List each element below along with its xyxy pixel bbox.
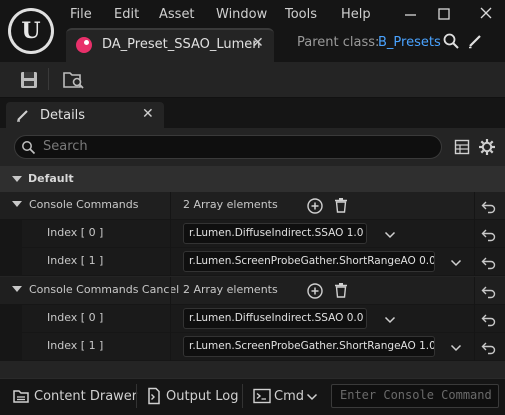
close-window-icon[interactable]	[472, 4, 500, 24]
chevron-down-icon[interactable]	[450, 342, 462, 352]
add-element-icon[interactable]	[306, 282, 324, 300]
data-asset-icon	[76, 37, 92, 53]
array-element-row: Index [ 1 ] r.Lumen.ScreenProbeGather.Sh…	[0, 333, 505, 361]
details-tab-label: Details	[40, 108, 86, 123]
array-element-row: Index [ 0 ] r.Lumen.DiffuseIndirect.SSAO…	[0, 220, 505, 248]
menu-tools[interactable]: Tools	[285, 6, 317, 24]
statusbar-separator	[242, 384, 243, 408]
element-index-label: Index [ 1 ]	[47, 254, 104, 267]
menu-edit[interactable]: Edit	[114, 6, 139, 24]
output-log-button[interactable]: Output Log	[166, 389, 239, 404]
search-input[interactable]: Search	[14, 135, 442, 159]
search-placeholder: Search	[43, 139, 88, 154]
cmd-selector[interactable]: Cmd	[274, 389, 304, 404]
array-count: 2 Array elements	[183, 198, 278, 211]
menu-file[interactable]: File	[70, 6, 92, 24]
save-icon[interactable]	[18, 69, 40, 91]
menu-asset[interactable]: Asset	[159, 6, 195, 24]
search-icon	[21, 140, 36, 155]
chevron-down-icon[interactable]	[450, 257, 462, 267]
statusbar-separator	[136, 384, 137, 408]
property-label: Console Commands Cancel	[29, 283, 180, 296]
indent-guide	[0, 305, 22, 333]
maximize-icon[interactable]	[430, 4, 458, 24]
content-drawer-icon[interactable]	[12, 387, 30, 405]
toolbar-separator	[48, 68, 49, 90]
column-divider	[474, 192, 475, 220]
parent-class-label: Parent class:	[297, 35, 380, 50]
delete-all-icon[interactable]	[332, 281, 350, 299]
column-divider[interactable]	[170, 277, 171, 305]
add-element-icon[interactable]	[306, 197, 324, 215]
column-divider	[474, 305, 475, 333]
reset-to-default-icon[interactable]	[480, 253, 498, 271]
column-divider[interactable]	[170, 305, 171, 333]
reset-to-default-icon[interactable]	[480, 310, 498, 328]
column-divider	[474, 333, 475, 361]
indent-guide	[0, 220, 22, 248]
details-close-icon[interactable]: ✕	[142, 106, 154, 122]
output-log-icon[interactable]	[146, 387, 162, 405]
element-index-label: Index [ 1 ]	[47, 339, 104, 352]
reset-to-default-icon[interactable]	[480, 338, 498, 356]
unreal-logo-icon[interactable]: U	[8, 8, 54, 54]
array-element-row: Index [ 1 ] r.Lumen.ScreenProbeGather.Sh…	[0, 248, 505, 276]
expand-arrow-icon[interactable]	[12, 286, 22, 292]
text-value-field[interactable]: r.Lumen.DiffuseIndirect.SSAO 1.0	[183, 223, 367, 244]
column-divider	[474, 220, 475, 248]
tab-details[interactable]: Details ✕	[6, 102, 164, 128]
console-placeholder: Enter Console Command	[340, 388, 492, 402]
content-drawer-button[interactable]: Content Drawer	[34, 389, 137, 404]
terminal-icon[interactable]	[253, 388, 271, 404]
column-divider[interactable]	[170, 333, 171, 361]
property-row-console-commands-cancel: Console Commands Cancel 2 Array elements	[0, 277, 505, 305]
settings-gear-icon[interactable]	[478, 138, 496, 156]
text-value-field[interactable]: r.Lumen.DiffuseIndirect.SSAO 0.0	[183, 308, 367, 329]
table-view-icon[interactable]	[454, 139, 470, 155]
column-divider	[474, 277, 475, 305]
array-count: 2 Array elements	[183, 283, 278, 296]
column-divider[interactable]	[170, 220, 171, 248]
expand-arrow-icon[interactable]	[12, 176, 22, 182]
tab-asset-editor[interactable]: DA_Preset_SSAO_Lumen ✕	[66, 28, 274, 62]
tab-asset-label: DA_Preset_SSAO_Lumen	[102, 37, 261, 52]
element-index-label: Index [ 0 ]	[47, 311, 104, 324]
tab-close-icon[interactable]: ✕	[252, 35, 264, 51]
expand-arrow-icon[interactable]	[12, 201, 22, 207]
browse-search-icon[interactable]	[442, 32, 460, 50]
console-command-input[interactable]: Enter Console Command	[331, 384, 499, 408]
category-default[interactable]: Default	[0, 166, 505, 192]
chevron-down-icon[interactable]	[384, 314, 396, 324]
element-index-label: Index [ 0 ]	[47, 226, 104, 239]
menu-help[interactable]: Help	[341, 6, 371, 24]
parent-class-link[interactable]: B_Presets	[378, 35, 441, 50]
property-label: Console Commands	[29, 198, 139, 211]
reset-to-default-icon[interactable]	[480, 225, 498, 243]
menu-window[interactable]: Window	[216, 6, 267, 24]
chevron-down-icon[interactable]	[384, 229, 396, 239]
minimize-icon[interactable]	[396, 4, 424, 24]
indent-guide	[0, 248, 22, 276]
text-value-field[interactable]: r.Lumen.ScreenProbeGather.ShortRangeAO 0…	[183, 251, 435, 272]
edit-pencil-icon[interactable]	[466, 32, 484, 50]
chevron-down-icon[interactable]	[306, 391, 318, 401]
indent-guide	[0, 333, 22, 361]
reset-to-default-icon[interactable]	[480, 282, 498, 300]
array-element-row: Index [ 0 ] r.Lumen.DiffuseIndirect.SSAO…	[0, 305, 505, 333]
column-divider[interactable]	[170, 248, 171, 276]
property-row-console-commands: Console Commands 2 Array elements	[0, 192, 505, 220]
column-divider[interactable]	[170, 192, 171, 220]
column-divider	[474, 248, 475, 276]
browse-content-icon[interactable]	[62, 68, 86, 92]
delete-all-icon[interactable]	[332, 196, 350, 214]
details-pencil-icon	[15, 107, 31, 123]
reset-to-default-icon[interactable]	[480, 197, 498, 215]
text-value-field[interactable]: r.Lumen.ScreenProbeGather.ShortRangeAO 1…	[183, 336, 435, 357]
category-label: Default	[28, 172, 74, 185]
